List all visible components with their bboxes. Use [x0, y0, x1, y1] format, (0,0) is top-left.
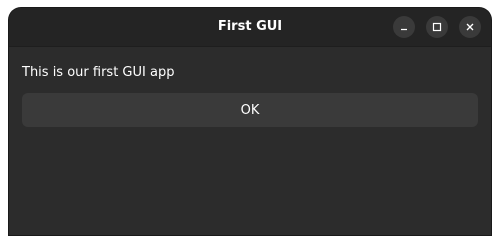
minimize-icon	[399, 22, 409, 32]
close-button[interactable]	[459, 16, 481, 38]
info-label: This is our first GUI app	[22, 65, 175, 80]
maximize-icon	[432, 22, 442, 32]
minimize-button[interactable]	[393, 16, 415, 38]
app-window: First GUI This is our first GUI app OK	[9, 8, 491, 235]
close-icon	[465, 22, 475, 32]
title-bar[interactable]: First GUI	[9, 8, 491, 47]
ok-button[interactable]: OK	[22, 93, 478, 127]
maximize-button[interactable]	[426, 16, 448, 38]
window-title: First GUI	[217, 19, 283, 34]
